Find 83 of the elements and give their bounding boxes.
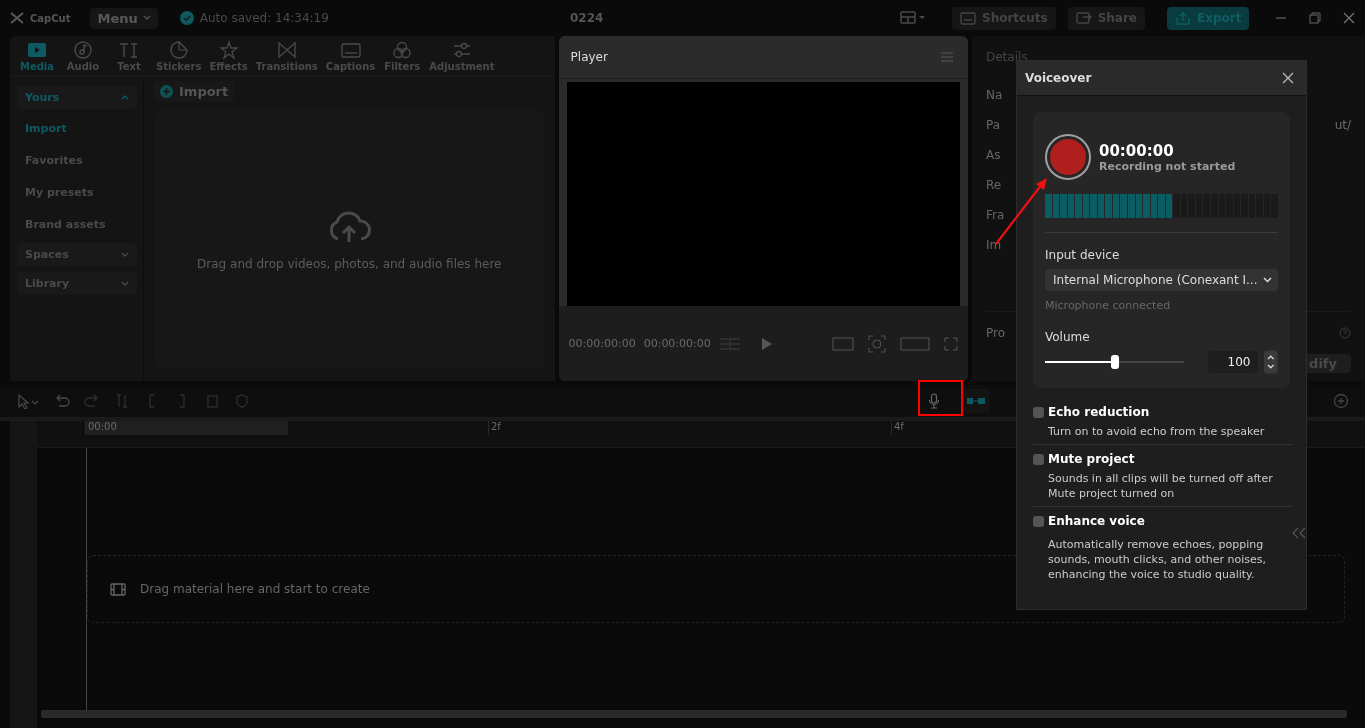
device-status: Microphone connected [1045, 299, 1172, 312]
bowtie-icon [275, 40, 298, 60]
close-icon[interactable] [1282, 72, 1294, 84]
detail-label: Fra [985, 208, 1005, 224]
sidebar-item[interactable]: Import [17, 115, 137, 141]
panel-title: Player [570, 50, 608, 64]
play-icon[interactable] [760, 336, 773, 351]
zoom-in-icon[interactable] [1333, 393, 1349, 409]
sidebar-group[interactable]: Yours [17, 86, 137, 109]
pointer-icon[interactable] [16, 393, 40, 409]
ratio-icon[interactable] [831, 336, 854, 351]
chevron-up-icon [121, 94, 129, 101]
microphone-icon[interactable] [928, 393, 940, 409]
slider-thumb[interactable] [1110, 355, 1119, 369]
plus-circle-icon [160, 85, 173, 98]
check-circle-icon [179, 11, 194, 25]
chevron-down-icon [121, 251, 129, 258]
autosave-status: Auto saved: 14:34:19 [199, 11, 329, 25]
shield-icon[interactable] [234, 393, 250, 409]
import-button[interactable]: Import [154, 81, 235, 102]
link-toggle[interactable] [962, 389, 990, 413]
undo-icon[interactable] [54, 393, 70, 409]
play-icon [26, 40, 48, 60]
fullscreen-icon[interactable] [943, 336, 958, 351]
layout-icon[interactable] [900, 11, 926, 25]
detail-label: Pro [985, 326, 1005, 340]
recording-timer: 00:00:00 [1099, 141, 1175, 160]
device-dropdown[interactable]: Internal Microphone (Conexant I... [1045, 269, 1278, 291]
circles-icon [391, 40, 414, 60]
sticker-icon [167, 40, 190, 60]
app-logo: CapCut [30, 12, 71, 24]
checkbox[interactable] [1033, 406, 1044, 418]
option-title: Mute project [1048, 452, 1135, 466]
link-icon [967, 397, 985, 405]
export-icon [1174, 10, 1191, 26]
detail-label: Na [985, 88, 1003, 104]
text-icon [118, 40, 140, 60]
wide-ratio-icon[interactable] [899, 336, 930, 351]
drop-hint: Drag material here and start to create [140, 582, 370, 596]
volume-field[interactable]: 100 [1208, 351, 1259, 373]
help-icon[interactable] [1339, 327, 1351, 339]
redo-icon[interactable] [84, 393, 100, 409]
chevron-down-icon [121, 280, 129, 287]
field-label: Input device [1045, 248, 1121, 262]
duration: 00:00:00:00 [643, 337, 711, 350]
maximize-icon[interactable] [1309, 12, 1321, 24]
close-icon[interactable] [1343, 12, 1355, 24]
option-title: Enhance voice [1048, 514, 1145, 528]
detail-label: Re [985, 178, 1002, 194]
logo-icon [10, 12, 24, 24]
menu-button[interactable]: Menu [90, 7, 158, 29]
checkbox[interactable] [1033, 453, 1044, 465]
share-icon [1075, 10, 1092, 26]
stepper-icon[interactable] [1264, 350, 1278, 374]
split-icon[interactable] [114, 393, 130, 409]
option-description: Sounds in all clips will be turned off after Mute project turned on [1047, 471, 1274, 501]
film-icon [110, 582, 126, 596]
current-time: 00:00:00:00 [568, 337, 636, 350]
music-note-icon [72, 40, 94, 60]
highlight-frame [918, 380, 963, 416]
keyboard-icon [960, 10, 976, 26]
scrollbar[interactable] [41, 710, 1347, 718]
caption-icon [339, 40, 362, 60]
detail-value: ut/ [1334, 118, 1351, 134]
field-label: Volume [1045, 330, 1091, 344]
drop-hint: Drag and drop videos, photos, and audio files here [197, 256, 502, 271]
delete-icon[interactable] [204, 393, 220, 409]
tick-label: 00:00 [85, 421, 288, 435]
project-title: 0224 [570, 11, 605, 25]
recording-status: Recording not started [1099, 159, 1236, 173]
star-icon [217, 40, 240, 60]
collapse-icon[interactable] [1291, 527, 1307, 539]
dialog-title: Voiceover [1025, 71, 1092, 85]
chevron-down-icon [142, 15, 151, 21]
detail-label: As [985, 148, 1001, 164]
record-button[interactable] [1045, 134, 1091, 180]
chevron-down-icon [1263, 277, 1272, 283]
option-title: Echo reduction [1048, 405, 1150, 419]
zoom-frame-icon[interactable] [867, 334, 886, 353]
tick-label: 2f [488, 421, 891, 435]
detail-label: Pa [985, 118, 1001, 134]
checkbox[interactable] [1033, 515, 1044, 527]
tool-tab[interactable]: Media [14, 40, 60, 72]
